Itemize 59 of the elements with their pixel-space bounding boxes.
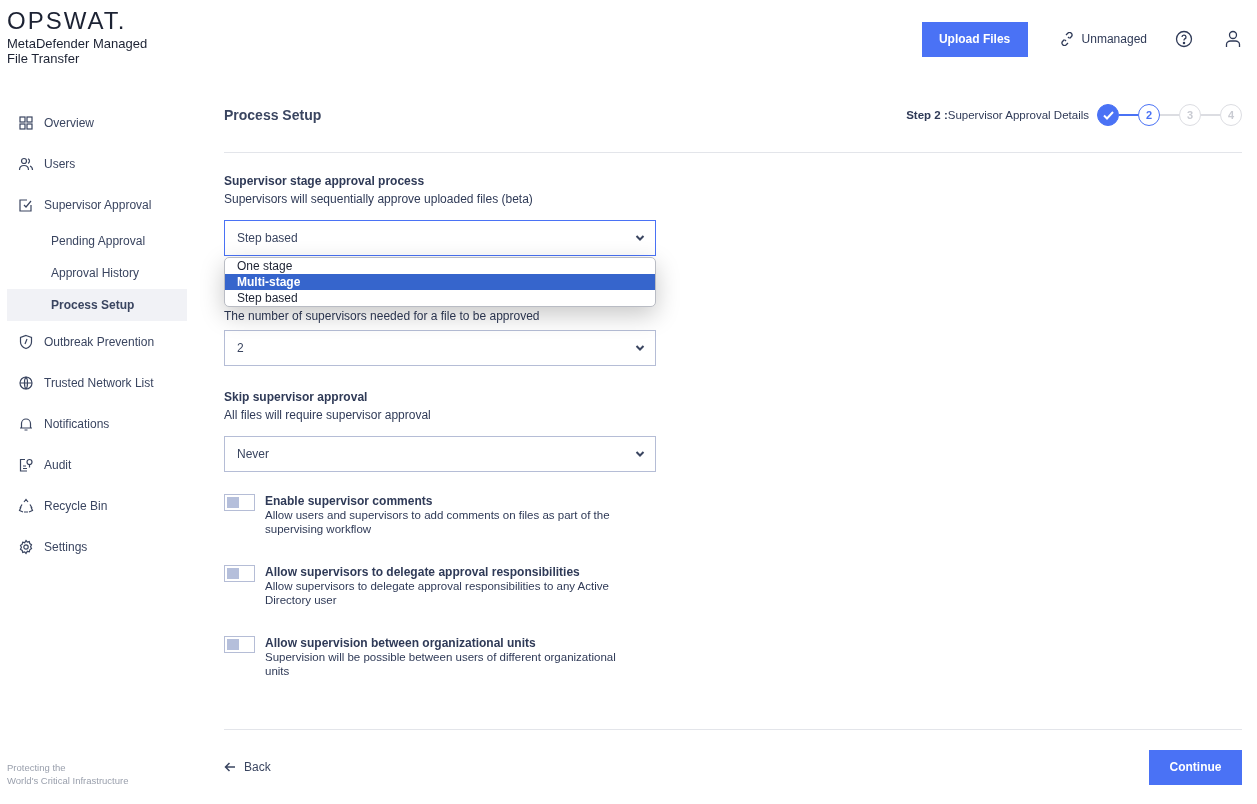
recycle-icon [18, 497, 34, 514]
select-field[interactable]: Step based [224, 220, 656, 256]
license-status[interactable]: Unmanaged [1059, 32, 1147, 46]
toggle-description: Allow supervisors to delegate approval responsibilities to any Active Directory user [265, 579, 610, 607]
check-icon [1102, 110, 1114, 120]
grid-icon [18, 114, 34, 131]
arrow-left-icon [224, 761, 236, 773]
upload-button[interactable]: Upload Files [921, 21, 1028, 57]
toggle-title: Allow supervisors to delegate approval responsibilities [265, 565, 581, 579]
toggle-switch[interactable] [224, 636, 255, 653]
approval-icon [18, 196, 34, 213]
field-description: Supervisors will sequentially approve uploaded files (beta) [224, 191, 533, 208]
sidebar-item[interactable]: Notifications [7, 403, 187, 444]
sidebar-item[interactable]: Overview [7, 102, 187, 143]
sidebar-item[interactable]: Trusted Network List [7, 362, 187, 403]
select-field[interactable]: 2 [224, 330, 656, 366]
chevron-icon [635, 343, 645, 353]
sidebar-item[interactable]: Recycle Bin [7, 485, 187, 526]
sidebar-item[interactable]: Outbreak Prevention [7, 321, 187, 362]
product-name: MetaDefender Managed File Transfer [7, 36, 149, 66]
toggle-switch[interactable] [224, 494, 255, 511]
toggle-title: Allow supervision between organizational units [265, 636, 537, 650]
page-title: Process Setup [224, 107, 322, 123]
tagline: Protecting the [7, 761, 66, 774]
field-label: Supervisor stage approval process [224, 173, 425, 190]
chevron-icon [635, 449, 645, 459]
tagline: World's Critical Infrastructure [7, 774, 129, 787]
toggle-switch[interactable] [224, 565, 255, 582]
gear-icon [18, 538, 34, 555]
sidebar-subitem[interactable]: Process Setup [7, 289, 187, 321]
dropdown-option[interactable]: One stage [225, 258, 655, 274]
globe-icon [18, 374, 34, 391]
user-icon[interactable] [1224, 30, 1242, 48]
logo: OPSWAT. [7, 8, 128, 34]
toggle-description: Supervision will be possible between users of different organizational units [265, 650, 617, 678]
toggle-description: Allow users and supervisors to add comments on files as part of the supervising workflow [265, 508, 611, 536]
dropdown-option[interactable]: Multi-stage [225, 274, 655, 290]
sidebar-subitem[interactable]: Approval History [7, 257, 187, 289]
audit-icon [18, 456, 34, 473]
select-field[interactable]: Never [224, 436, 656, 472]
bell-icon [18, 415, 34, 432]
users-icon [18, 155, 34, 172]
step-title: Step 2 :Supervisor Approval Details [906, 109, 1089, 121]
continue-button[interactable]: Continue [1149, 749, 1242, 785]
chevron-icon [635, 233, 645, 243]
sidebar-item[interactable]: Users [7, 143, 187, 184]
sidebar-subitem[interactable]: Pending Approval [7, 225, 187, 257]
shield-icon [18, 333, 34, 350]
field-description: All files will require supervisor approval [224, 407, 431, 424]
toggle-title: Enable supervisor comments [265, 494, 434, 508]
dropdown-option[interactable]: Step based [225, 290, 655, 306]
back-button[interactable]: Back [224, 760, 271, 774]
field-description: The number of supervisors needed for a file to be approved [224, 308, 540, 324]
help-icon[interactable] [1175, 30, 1193, 48]
field-label: Skip supervisor approval [224, 389, 368, 406]
broken-link-icon [1059, 32, 1074, 46]
sidebar-item[interactable]: Settings [7, 526, 187, 567]
sidebar-item[interactable]: Supervisor Approval [7, 184, 187, 225]
sidebar-item[interactable]: Audit [7, 444, 187, 485]
